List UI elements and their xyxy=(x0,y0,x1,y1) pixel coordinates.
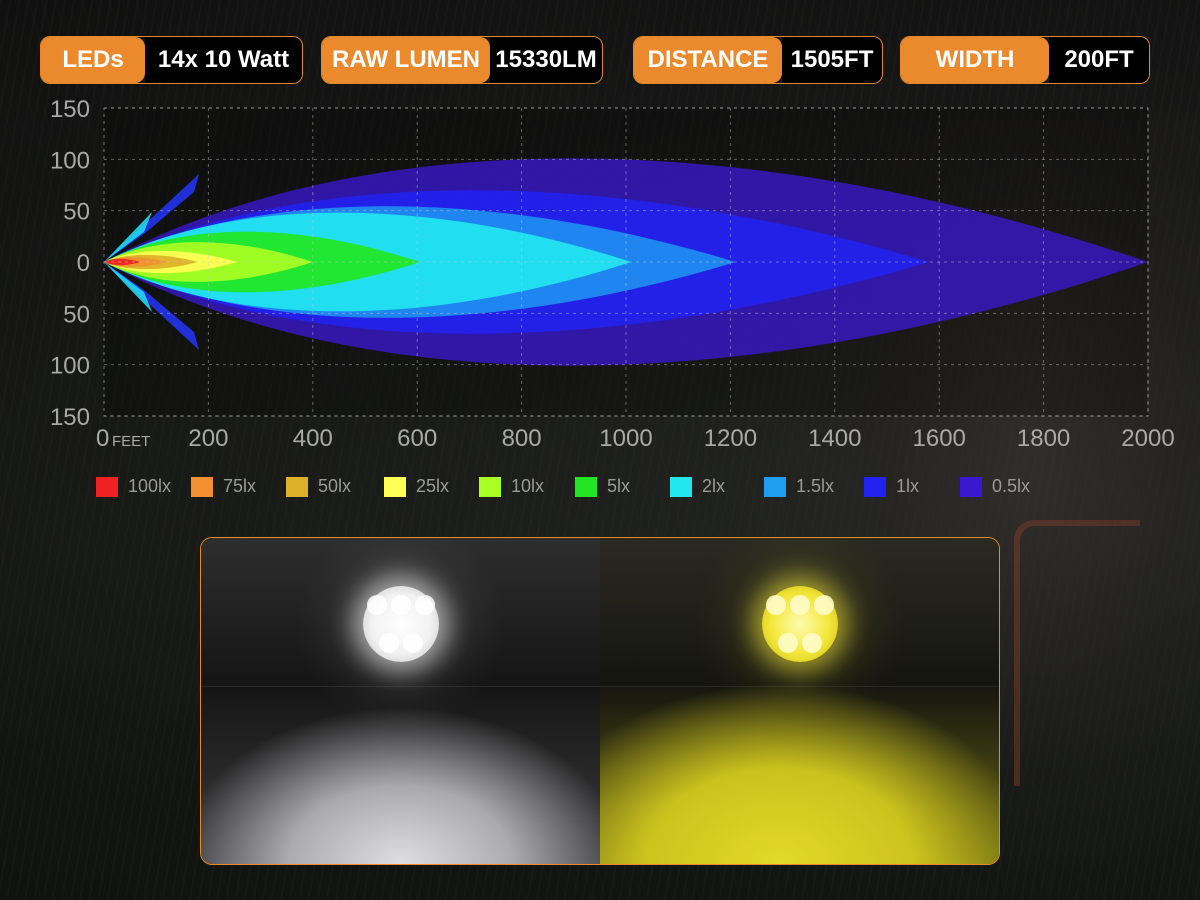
x-tick-label: 600 xyxy=(397,425,437,452)
y-tick-label: 150 xyxy=(50,404,90,431)
legend-label: 5lx xyxy=(607,476,631,496)
y-tick-label: 150 xyxy=(50,96,90,123)
y-tick-label: 0 xyxy=(77,250,90,277)
y-tick-label: 100 xyxy=(50,353,90,380)
legend-item: 50lx xyxy=(286,476,351,497)
yellow-beam-photo xyxy=(600,538,999,864)
beam-comparison-panel xyxy=(200,537,1000,865)
legend-swatch xyxy=(670,476,692,497)
y-tick-label: 100 xyxy=(50,147,90,174)
legend-label: 2lx xyxy=(702,476,726,496)
legend-item: 2lx xyxy=(670,476,725,497)
legend-swatch xyxy=(479,476,501,497)
x-tick-label: 1400 xyxy=(808,425,861,452)
legend-item: 1lx xyxy=(864,476,919,497)
legend-label: 1lx xyxy=(896,476,920,496)
legend-swatch xyxy=(96,476,118,497)
legend-item: 5lx xyxy=(575,476,630,497)
legend-item: 100lx xyxy=(96,476,171,497)
legend-label: 1.5lx xyxy=(796,476,835,496)
x-axis-unit-label: FEET xyxy=(112,433,150,450)
led xyxy=(379,633,399,653)
legend-label: 25lx xyxy=(416,476,450,496)
x-tick-label: 800 xyxy=(502,425,542,452)
led xyxy=(766,595,786,615)
legend-swatch xyxy=(384,476,406,497)
led xyxy=(403,633,423,653)
legend-item: 10lx xyxy=(479,476,544,497)
x-tick-label: 1600 xyxy=(913,425,966,452)
led xyxy=(415,595,435,615)
led xyxy=(391,595,411,615)
y-tick-label: 50 xyxy=(63,301,90,328)
legend-label: 75lx xyxy=(223,476,257,496)
legend-swatch xyxy=(575,476,597,497)
yellow-horizon xyxy=(600,686,999,687)
lux-legend: 100lx 75lx 50lx 25lx 10lx 5lx 2lx 1.5lx 1lx 0.5lx xyxy=(0,476,1200,502)
led xyxy=(814,595,834,615)
y-tick-label: 50 xyxy=(63,199,90,226)
legend-item: 1.5lx xyxy=(764,476,834,497)
white-lamp-icon xyxy=(363,586,439,662)
x-tick-label: 0 xyxy=(96,425,109,452)
yellow-lamp-icon xyxy=(762,586,838,662)
white-beam-photo xyxy=(201,538,600,864)
legend-label: 100lx xyxy=(128,476,172,496)
x-tick-label: 1000 xyxy=(599,425,652,452)
legend-swatch xyxy=(286,476,308,497)
white-horizon xyxy=(201,686,600,687)
led xyxy=(802,633,822,653)
legend-item: 25lx xyxy=(384,476,449,497)
legend-swatch xyxy=(764,476,786,497)
led xyxy=(367,595,387,615)
legend-label: 10lx xyxy=(511,476,545,496)
led xyxy=(790,595,810,615)
beam-pattern-chart: 150100500501001500 200 400 600 800 1000 1200 14… xyxy=(50,96,1175,452)
x-tick-label: 1800 xyxy=(1017,425,1070,452)
legend-swatch xyxy=(960,476,982,497)
legend-label: 0.5lx xyxy=(992,476,1031,496)
legend-item: 0.5lx xyxy=(960,476,1030,497)
x-tick-label: 1200 xyxy=(704,425,757,452)
motorcycle-frame-accent xyxy=(1014,520,1140,786)
x-tick-label: 2000 xyxy=(1121,425,1174,452)
legend-swatch xyxy=(191,476,213,497)
x-tick-label: 400 xyxy=(293,425,333,452)
led xyxy=(778,633,798,653)
legend-label: 50lx xyxy=(318,476,352,496)
legend-item: 75lx xyxy=(191,476,256,497)
x-tick-label: 200 xyxy=(188,425,228,452)
legend-swatch xyxy=(864,476,886,497)
